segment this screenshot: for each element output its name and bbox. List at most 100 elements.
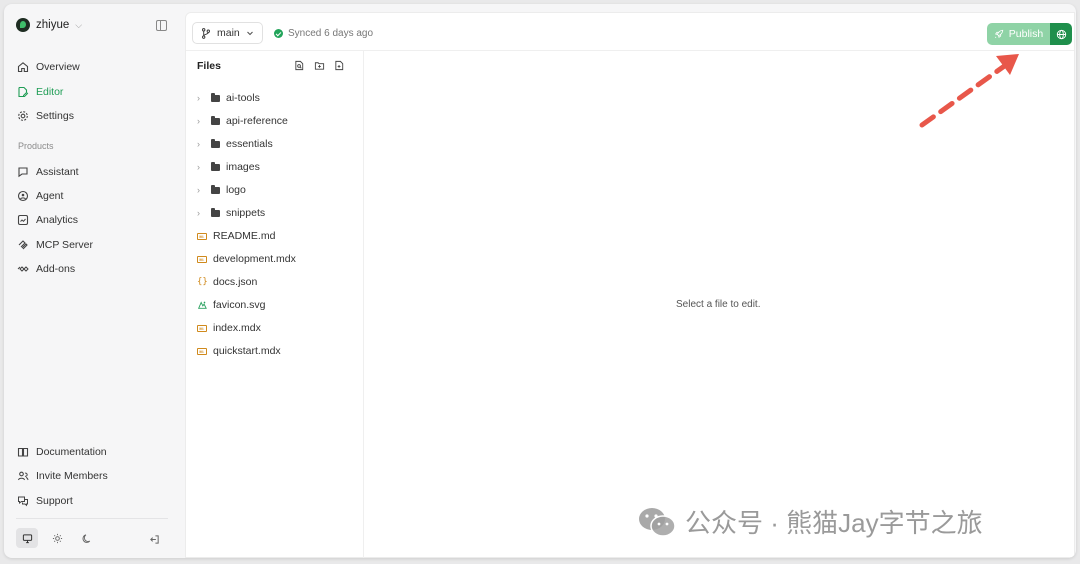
branch-name: main [217, 27, 240, 39]
home-icon [17, 61, 29, 73]
logout-icon[interactable] [149, 532, 160, 550]
sync-status-text: Synced 6 days ago [288, 28, 374, 39]
search-file-icon[interactable] [294, 60, 305, 71]
watermark: 公众号 · 熊猫Jay字节之旅 [637, 503, 983, 540]
sidebar-item-label: Documentation [36, 446, 107, 458]
chat-icon [17, 166, 29, 178]
org-switcher[interactable]: zhiyue ⌵ [16, 18, 82, 32]
file-item[interactable]: {} docs.json [197, 274, 257, 290]
markdown-icon: M↓ [197, 232, 207, 240]
sidebar-item-editor[interactable]: Editor [17, 83, 63, 101]
folder-item[interactable]: › api-reference [197, 113, 288, 129]
sidebar-item-label: Settings [36, 110, 74, 122]
wechat-icon [639, 507, 676, 537]
folder-name: snippets [226, 207, 266, 219]
sun-icon [52, 533, 62, 543]
markdown-icon: M↓ [197, 324, 207, 332]
chevron-right-icon: › [197, 116, 200, 126]
theme-system-button[interactable] [16, 528, 38, 548]
json-icon: {} [197, 277, 208, 287]
file-item[interactable]: M↓ development.mdx [197, 251, 296, 267]
sidebar-item-invite-members[interactable]: Invite Members [17, 467, 108, 485]
org-logo-icon [16, 18, 30, 32]
file-item[interactable]: favicon.svg [197, 297, 266, 313]
theme-dark-button[interactable] [76, 528, 98, 548]
sidebar-item-label: MCP Server [36, 239, 93, 251]
files-actions [294, 60, 345, 71]
file-item[interactable]: M↓ quickstart.mdx [197, 343, 281, 359]
support-icon [17, 495, 29, 507]
folder-item[interactable]: › images [197, 159, 260, 175]
monitor-icon [22, 533, 32, 543]
sidebar-item-label: Assistant [36, 166, 79, 178]
markdown-icon: M↓ [197, 347, 207, 355]
top-bar: main Synced 6 days ago Publish [186, 13, 1074, 51]
products-section-label: Products [18, 141, 54, 151]
gear-icon [17, 110, 29, 122]
folder-name: logo [226, 184, 246, 196]
files-title: Files [197, 60, 221, 72]
folder-icon [211, 138, 220, 148]
globe-button[interactable] [1050, 23, 1072, 45]
files-pane: Files › ai-tools › api-reference › essen… [186, 51, 364, 558]
file-name: quickstart.mdx [213, 345, 281, 357]
sidebar-item-label: Analytics [36, 214, 79, 226]
sidebar-item-label: Add-ons [36, 263, 76, 275]
sidebar-collapse-icon[interactable] [156, 20, 167, 31]
folder-item[interactable]: › ai-tools [197, 90, 260, 106]
sidebar-item-support[interactable]: Support [17, 492, 73, 510]
folder-icon [211, 92, 220, 102]
file-name: development.mdx [213, 253, 296, 265]
folder-name: essentials [226, 138, 273, 150]
watermark-text: 公众号 · 熊猫Jay字节之旅 [685, 508, 983, 538]
folder-item[interactable]: › logo [197, 182, 246, 198]
sidebar-item-analytics[interactable]: Analytics [17, 211, 78, 229]
folder-item[interactable]: › essentials [197, 136, 273, 152]
folder-icon [211, 161, 220, 171]
theme-light-button[interactable] [46, 528, 68, 548]
theme-switcher [16, 528, 168, 548]
editor-empty-state: Select a file to edit. [676, 299, 761, 310]
annotation-arrow-icon [919, 54, 1019, 128]
sidebar-item-add-ons[interactable]: Add-ons [17, 260, 75, 278]
chevron-down-icon [246, 31, 253, 36]
file-item[interactable]: M↓ README.md [197, 228, 275, 244]
folder-icon [211, 115, 220, 125]
markdown-icon: M↓ [197, 255, 207, 263]
sidebar: zhiyue ⌵ Overview Editor Settings Produc… [4, 4, 184, 558]
sidebar-item-label: Overview [36, 61, 80, 73]
org-name: zhiyue [36, 19, 70, 31]
publish-label: Publish [1008, 28, 1044, 40]
sidebar-item-label: Support [36, 495, 73, 507]
sync-status: Synced 6 days ago [274, 28, 373, 39]
svg-file-icon [197, 301, 207, 309]
folder-name: images [226, 161, 260, 173]
folder-icon [211, 184, 220, 194]
book-icon [17, 446, 29, 458]
sidebar-item-assistant[interactable]: Assistant [17, 163, 79, 181]
sidebar-item-overview[interactable]: Overview [17, 58, 80, 76]
chevron-down-icon: ⌵ [75, 19, 83, 30]
file-name: favicon.svg [213, 299, 266, 311]
sidebar-item-label: Invite Members [36, 470, 108, 482]
sidebar-item-agent[interactable]: Agent [17, 187, 63, 205]
new-folder-icon[interactable] [314, 60, 325, 71]
folder-item[interactable]: › snippets [197, 205, 265, 221]
chevron-right-icon: › [197, 93, 200, 103]
new-file-icon[interactable] [334, 60, 345, 71]
folder-name: api-reference [226, 115, 288, 127]
file-item[interactable]: M↓ index.mdx [197, 320, 261, 336]
moon-icon [82, 533, 90, 543]
divider [16, 518, 168, 519]
branch-selector[interactable]: main [192, 22, 263, 44]
chevron-right-icon: › [197, 185, 200, 195]
sidebar-item-mcp-server[interactable]: MCP Server [17, 236, 93, 254]
folder-name: ai-tools [226, 92, 260, 104]
sidebar-item-label: Agent [36, 190, 64, 202]
sidebar-item-documentation[interactable]: Documentation [17, 443, 107, 461]
globe-icon [1056, 29, 1066, 39]
sidebar-item-settings[interactable]: Settings [17, 107, 74, 125]
publish-button[interactable]: Publish [987, 23, 1050, 45]
file-name: index.mdx [213, 322, 261, 334]
rocket-icon [994, 29, 1003, 39]
